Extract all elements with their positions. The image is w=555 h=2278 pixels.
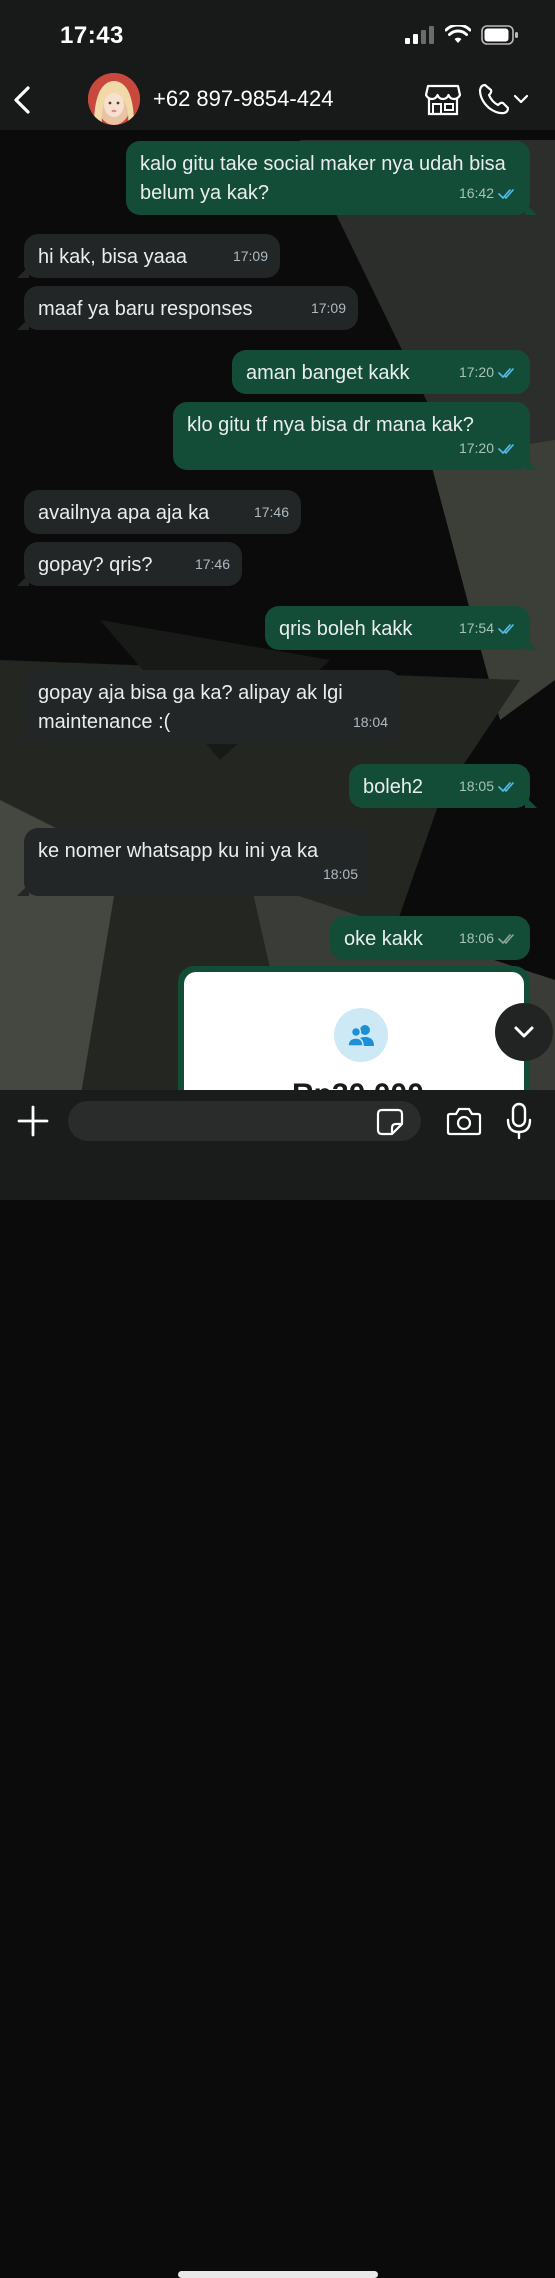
message-text: ke nomer whatsapp ku ini ya ka [38,840,319,862]
message-bubble[interactable]: availnya apa aja ka 17:46 [24,490,301,534]
message-input[interactable] [68,1101,421,1141]
message-time: 18:06 [458,930,494,946]
message-bubble[interactable]: maaf ya baru responses 17:09 [17,286,358,330]
double-tick-icon [498,933,514,944]
message-time: 17:09 [310,300,346,316]
back-chevron-icon[interactable] [8,80,38,120]
composer-bar [0,1090,555,2278]
camera-icon[interactable] [446,1105,482,1137]
double-tick-icon [498,623,514,634]
double-tick-icon [498,781,514,792]
store-icon[interactable] [425,82,461,116]
chevron-down-icon [513,94,529,104]
message-bubble[interactable]: gopay aja bisa ga ka? alipay ak lgi main… [17,670,400,744]
double-tick-icon [498,367,514,378]
status-time: 17:43 [60,22,124,49]
mic-icon[interactable] [506,1102,532,1140]
contact-name[interactable]: +62 897-9854-424 [153,86,333,112]
message-text: availnya apa aja ka [38,502,210,524]
message-time: 17:54 [458,620,494,636]
message-bubble[interactable]: hi kak, bisa yaaa 17:09 [17,234,280,278]
message-time: 17:09 [232,248,268,264]
message-bubble[interactable]: klo gitu tf nya bisa dr mana kak? 17:20 [173,402,537,470]
message-bubble[interactable]: gopay? qris? 17:46 [17,542,242,586]
avatar[interactable] [88,73,140,125]
scroll-down-icon [514,1026,534,1038]
double-tick-icon [498,188,514,199]
message-time: 17:46 [194,556,230,572]
sticker-icon[interactable] [376,1108,404,1136]
chat-header: +62 897-9854-424 [0,70,555,130]
message-text: maaf ya baru responses [38,298,253,320]
status-bar: 17:43 [0,0,555,70]
message-time: 18:05 [458,778,494,794]
home-indicator [178,2271,378,2278]
message-text: hi kak, bisa yaaa [38,246,187,268]
message-time: 17:20 [458,440,494,456]
scroll-down-button[interactable] [495,1003,553,1061]
message-time: 18:04 [352,714,388,730]
message-time: 16:42 [458,185,494,201]
message-bubble[interactable]: qris boleh kakk 17:54 [265,606,537,650]
signal-icon [405,26,434,44]
message-time: 17:20 [458,364,494,380]
message-time: 17:46 [253,504,289,520]
wifi-icon [445,25,471,43]
plus-icon[interactable] [16,1104,50,1138]
double-tick-icon [498,443,514,454]
message-bubble[interactable]: oke kakk 18:06 [330,916,530,960]
message-bubble[interactable]: ke nomer whatsapp ku ini ya ka 18:05 [17,828,370,896]
message-time: 18:05 [322,866,358,882]
group-icon [334,1008,388,1062]
message-text: gopay aja bisa ga ka? alipay ak lgi main… [38,682,343,733]
message-bubble[interactable]: kalo gitu take social maker nya udah bis… [126,141,537,215]
phone-icon[interactable] [476,82,530,116]
message-bubble[interactable]: aman banget kakk 17:20 [232,350,530,394]
battery-icon [481,25,518,45]
message-bubble[interactable]: boleh2 18:05 [349,764,537,808]
